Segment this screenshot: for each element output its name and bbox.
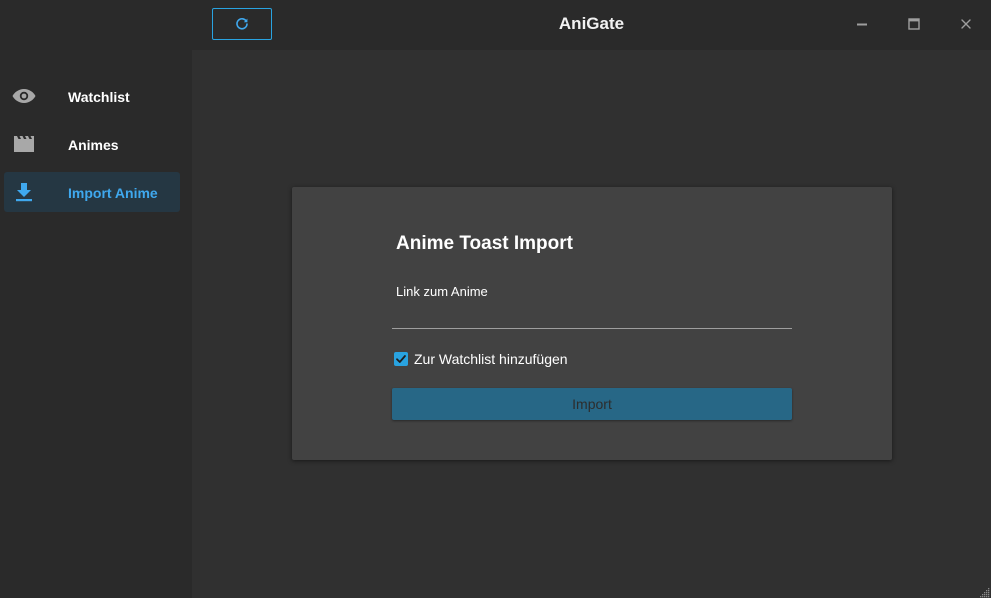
close-icon — [960, 18, 972, 30]
import-card: Anime Toast Import Link zum Anime Zur Wa… — [292, 187, 892, 460]
checkmark-icon — [395, 353, 407, 365]
watchlist-checkbox[interactable] — [394, 352, 408, 366]
link-input[interactable] — [392, 301, 792, 329]
minimize-button[interactable] — [851, 13, 873, 35]
sidebar-item-label: Animes — [68, 137, 119, 153]
main-content: Anime Toast Import Link zum Anime Zur Wa… — [192, 50, 991, 598]
watchlist-checkbox-row[interactable]: Zur Watchlist hinzufügen — [394, 351, 568, 367]
sidebar-nav: Watchlist Animes Import Anime — [4, 76, 180, 220]
resize-grip-icon[interactable] — [978, 585, 990, 598]
eye-icon — [12, 86, 36, 106]
sidebar-item-import-anime[interactable]: Import Anime — [4, 172, 180, 212]
import-button[interactable]: Import — [392, 388, 792, 420]
refresh-icon — [235, 17, 249, 31]
sidebar-item-label: Import Anime — [68, 185, 158, 201]
link-field-label: Link zum Anime — [396, 284, 488, 299]
sidebar-item-animes[interactable]: Animes — [4, 124, 180, 164]
sidebar-item-watchlist[interactable]: Watchlist — [4, 76, 180, 116]
sidebar: Watchlist Animes Import Anime — [0, 0, 192, 598]
watchlist-checkbox-label: Zur Watchlist hinzufügen — [414, 351, 568, 367]
maximize-button[interactable] — [903, 13, 925, 35]
minimize-icon — [856, 18, 868, 30]
sidebar-item-label: Watchlist — [68, 89, 130, 105]
app-window: Watchlist Animes Import Anime AniGate An… — [0, 0, 991, 598]
refresh-button[interactable] — [212, 8, 272, 40]
card-title: Anime Toast Import — [396, 233, 573, 254]
maximize-icon — [908, 18, 920, 30]
title-bar: AniGate — [192, 0, 991, 50]
download-icon — [12, 182, 36, 202]
clapperboard-icon — [12, 134, 36, 154]
close-button[interactable] — [955, 13, 977, 35]
